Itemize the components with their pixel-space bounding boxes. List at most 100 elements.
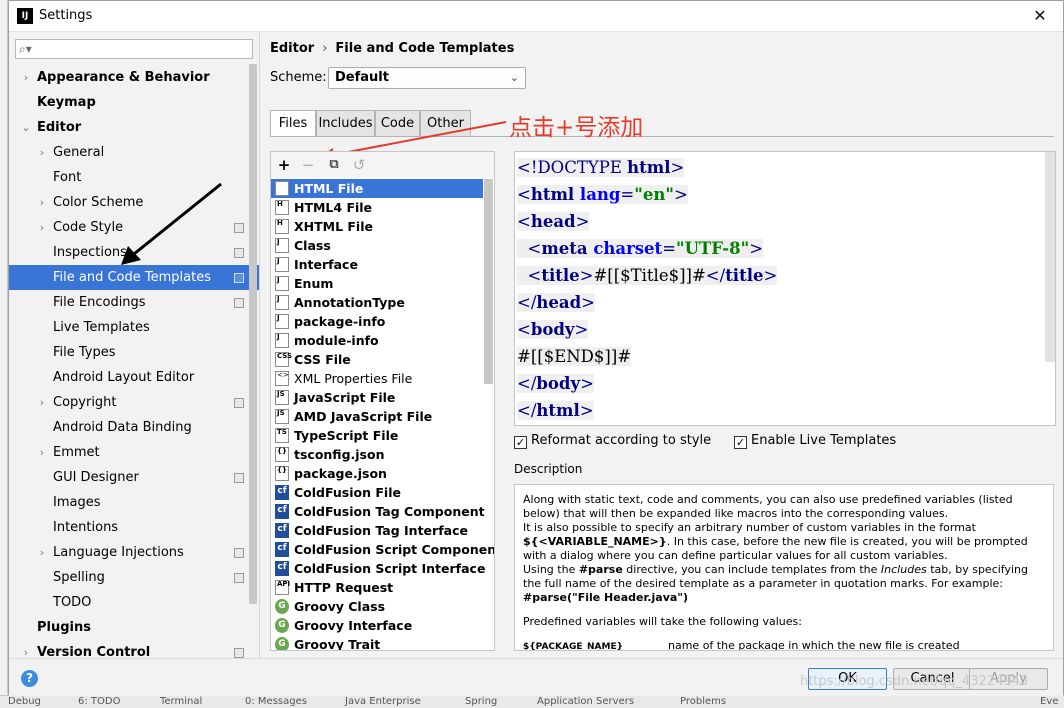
scheme-dropdown[interactable]: Default ⌄ (328, 67, 526, 89)
template-list-item[interactable]: CSS CSS File (271, 350, 483, 369)
sidebar-item-plugins[interactable]: Plugins (9, 615, 259, 640)
sidebar-item-code-style[interactable]: › Code Style (9, 215, 259, 240)
copy-template-button[interactable]: ⧉ (324, 155, 344, 175)
sidebar-item-font[interactable]: Font (9, 165, 259, 190)
sidebar-item-file-types[interactable]: File Types (9, 340, 259, 365)
sidebar-item-android-layout-editor[interactable]: Android Layout Editor (9, 365, 259, 390)
sidebar-item-spelling[interactable]: Spelling (9, 565, 259, 590)
ide-tool-window-label[interactable]: Application Servers (537, 696, 634, 707)
template-list-item[interactable]: J Interface (271, 255, 483, 274)
template-list-item[interactable]: J Enum (271, 274, 483, 293)
template-list-item[interactable]: {} tsconfig.json (271, 445, 483, 464)
search-input[interactable] (38, 41, 248, 57)
remove-template-button[interactable]: − (298, 155, 318, 175)
template-code-editor[interactable]: <!DOCTYPE html> <html lang="en"> <head> <m… (514, 151, 1056, 426)
template-list-item[interactable]: J AnnotationType (271, 293, 483, 312)
template-list-item[interactable]: cf ColdFusion Script Interface (271, 559, 485, 578)
code-token: > (749, 239, 764, 258)
ide-tool-window-label[interactable]: Java Enterprise (345, 696, 421, 707)
template-list-item[interactable]: Jmodule-info (271, 331, 483, 350)
sidebar-item-label: Language Injections (53, 545, 184, 560)
template-list-item[interactable]: G Groovy Class (271, 597, 483, 616)
tab-files[interactable]: Files (270, 110, 316, 137)
help-button[interactable]: ? (21, 670, 38, 687)
sidebar-item-label: Code Style (53, 220, 124, 235)
template-list-item[interactable]: cf ColdFusion File (271, 483, 483, 502)
sidebar-item-language-injections[interactable]: › Language Injections (9, 540, 259, 565)
template-list-item[interactable]: JS AMD JavaScript File (271, 407, 483, 426)
ide-tool-window-label[interactable]: Terminal (160, 696, 202, 707)
template-list-item[interactable]: H XHTML File (271, 217, 483, 236)
template-list-item[interactable]: <> XML Properties File (271, 369, 483, 388)
sidebar-item-label: Appearance & Behavior (37, 70, 210, 85)
sidebar-item-version-control[interactable]: › Version Control (9, 640, 259, 658)
code-token: = (620, 185, 635, 204)
ide-tool-window-label[interactable]: Eve (1040, 696, 1058, 707)
sidebar-item-label: Inspections (53, 245, 127, 260)
sidebar-item-gui-designer[interactable]: GUI Designer (9, 465, 259, 490)
chevron-right-icon[interactable]: › (36, 215, 48, 240)
sidebar-item-editor[interactable]: ⌄ Editor (9, 115, 259, 140)
close-button[interactable]: ✕ (1029, 5, 1051, 27)
ide-tool-window-label[interactable]: 6: TODO (78, 696, 120, 707)
chevron-right-icon[interactable]: › (36, 440, 48, 465)
tab-includes[interactable]: Includes (316, 110, 375, 136)
chevron-down-icon[interactable]: ⌄ (20, 115, 32, 140)
sidebar-item-android-data-binding[interactable]: Android Data Binding (9, 415, 259, 440)
sidebar-item-keymap[interactable]: Keymap (9, 90, 259, 115)
sidebar-item-emmet[interactable]: › Emmet (9, 440, 259, 465)
editor-scrollbar[interactable] (1045, 152, 1055, 362)
chevron-right-icon[interactable]: › (20, 65, 32, 90)
code-token: #[[$END$]]# (517, 347, 632, 366)
template-list-item[interactable]: cf ColdFusion Tag Component (271, 502, 485, 521)
sidebar-item-copyright[interactable]: › Copyright (9, 390, 259, 415)
ide-tool-window-label[interactable]: Spring (465, 696, 497, 707)
template-list-item[interactable]: cf ColdFusion Tag Interface (271, 521, 483, 540)
template-list-item[interactable]: H HTML4 File (271, 198, 483, 217)
template-list-item[interactable]: J Class (271, 236, 483, 255)
list-scrollbar[interactable] (484, 179, 493, 384)
add-template-button[interactable]: + (274, 155, 294, 175)
settings-search[interactable]: ⌕▾ (15, 39, 253, 59)
reformat-checkbox[interactable]: ✓ Reformat according to style (514, 432, 711, 450)
chevron-right-icon[interactable]: › (36, 540, 48, 565)
template-list-item[interactable]: H HTML File (271, 179, 483, 198)
sidebar-item-label: Emmet (53, 445, 100, 460)
template-list-item[interactable]: JS JavaScript File (271, 388, 483, 407)
chevron-right-icon[interactable]: › (36, 390, 48, 415)
tab-other[interactable]: Other (420, 110, 471, 136)
live-templates-checkbox[interactable]: ✓ Enable Live Templates (734, 432, 896, 450)
template-list-item[interactable]: G Groovy Trait (271, 635, 483, 650)
code-token: charset (593, 239, 663, 258)
template-list-item[interactable]: TS TypeScript File (271, 426, 483, 445)
breadcrumb-parent[interactable]: Editor (270, 41, 314, 56)
chevron-right-icon[interactable]: › (20, 640, 32, 658)
sidebar-item-general[interactable]: › General (9, 140, 259, 165)
description-panel[interactable]: Along with static text, code and comment… (514, 484, 1054, 651)
template-list-item[interactable]: API HTTP Request (271, 578, 483, 597)
template-list-item[interactable]: cf ColdFusion Script Component (271, 540, 494, 559)
sidebar-item-live-templates[interactable]: Live Templates (9, 315, 259, 340)
code-line: <body> (515, 316, 589, 343)
sidebar-item-images[interactable]: Images (9, 490, 259, 515)
ide-tool-window-label[interactable]: 0: Messages (245, 696, 307, 707)
template-list-item[interactable]: {} package.json (271, 464, 483, 483)
chevron-right-icon[interactable]: › (36, 140, 48, 165)
tab-code[interactable]: Code (375, 110, 420, 136)
window-title: Settings (39, 8, 93, 23)
template-list-item[interactable]: Jpackage-info (271, 312, 483, 331)
file-type-icon: cf (275, 523, 289, 538)
sidebar-item-color-scheme[interactable]: › Color Scheme (9, 190, 259, 215)
template-list-item[interactable]: G Groovy Interface (271, 616, 483, 635)
sidebar-item-file-encodings[interactable]: File Encodings (9, 290, 259, 315)
chevron-right-icon[interactable]: › (36, 190, 48, 215)
reset-template-button[interactable]: ↺ (349, 155, 369, 175)
ide-tool-window-label[interactable]: Problems (680, 696, 726, 707)
sidebar-item-appearance-behavior[interactable]: › Appearance & Behavior (9, 65, 259, 90)
ide-tool-window-label[interactable]: Debug (8, 696, 41, 707)
sidebar-item-file-and-code-templates[interactable]: File and Code Templates (9, 265, 259, 290)
sidebar-item-inspections[interactable]: Inspections (9, 240, 259, 265)
sidebar-item-intentions[interactable]: Intentions (9, 515, 259, 540)
sidebar-item-todo[interactable]: TODO (9, 590, 259, 615)
sidebar-scrollbar[interactable] (249, 64, 257, 604)
